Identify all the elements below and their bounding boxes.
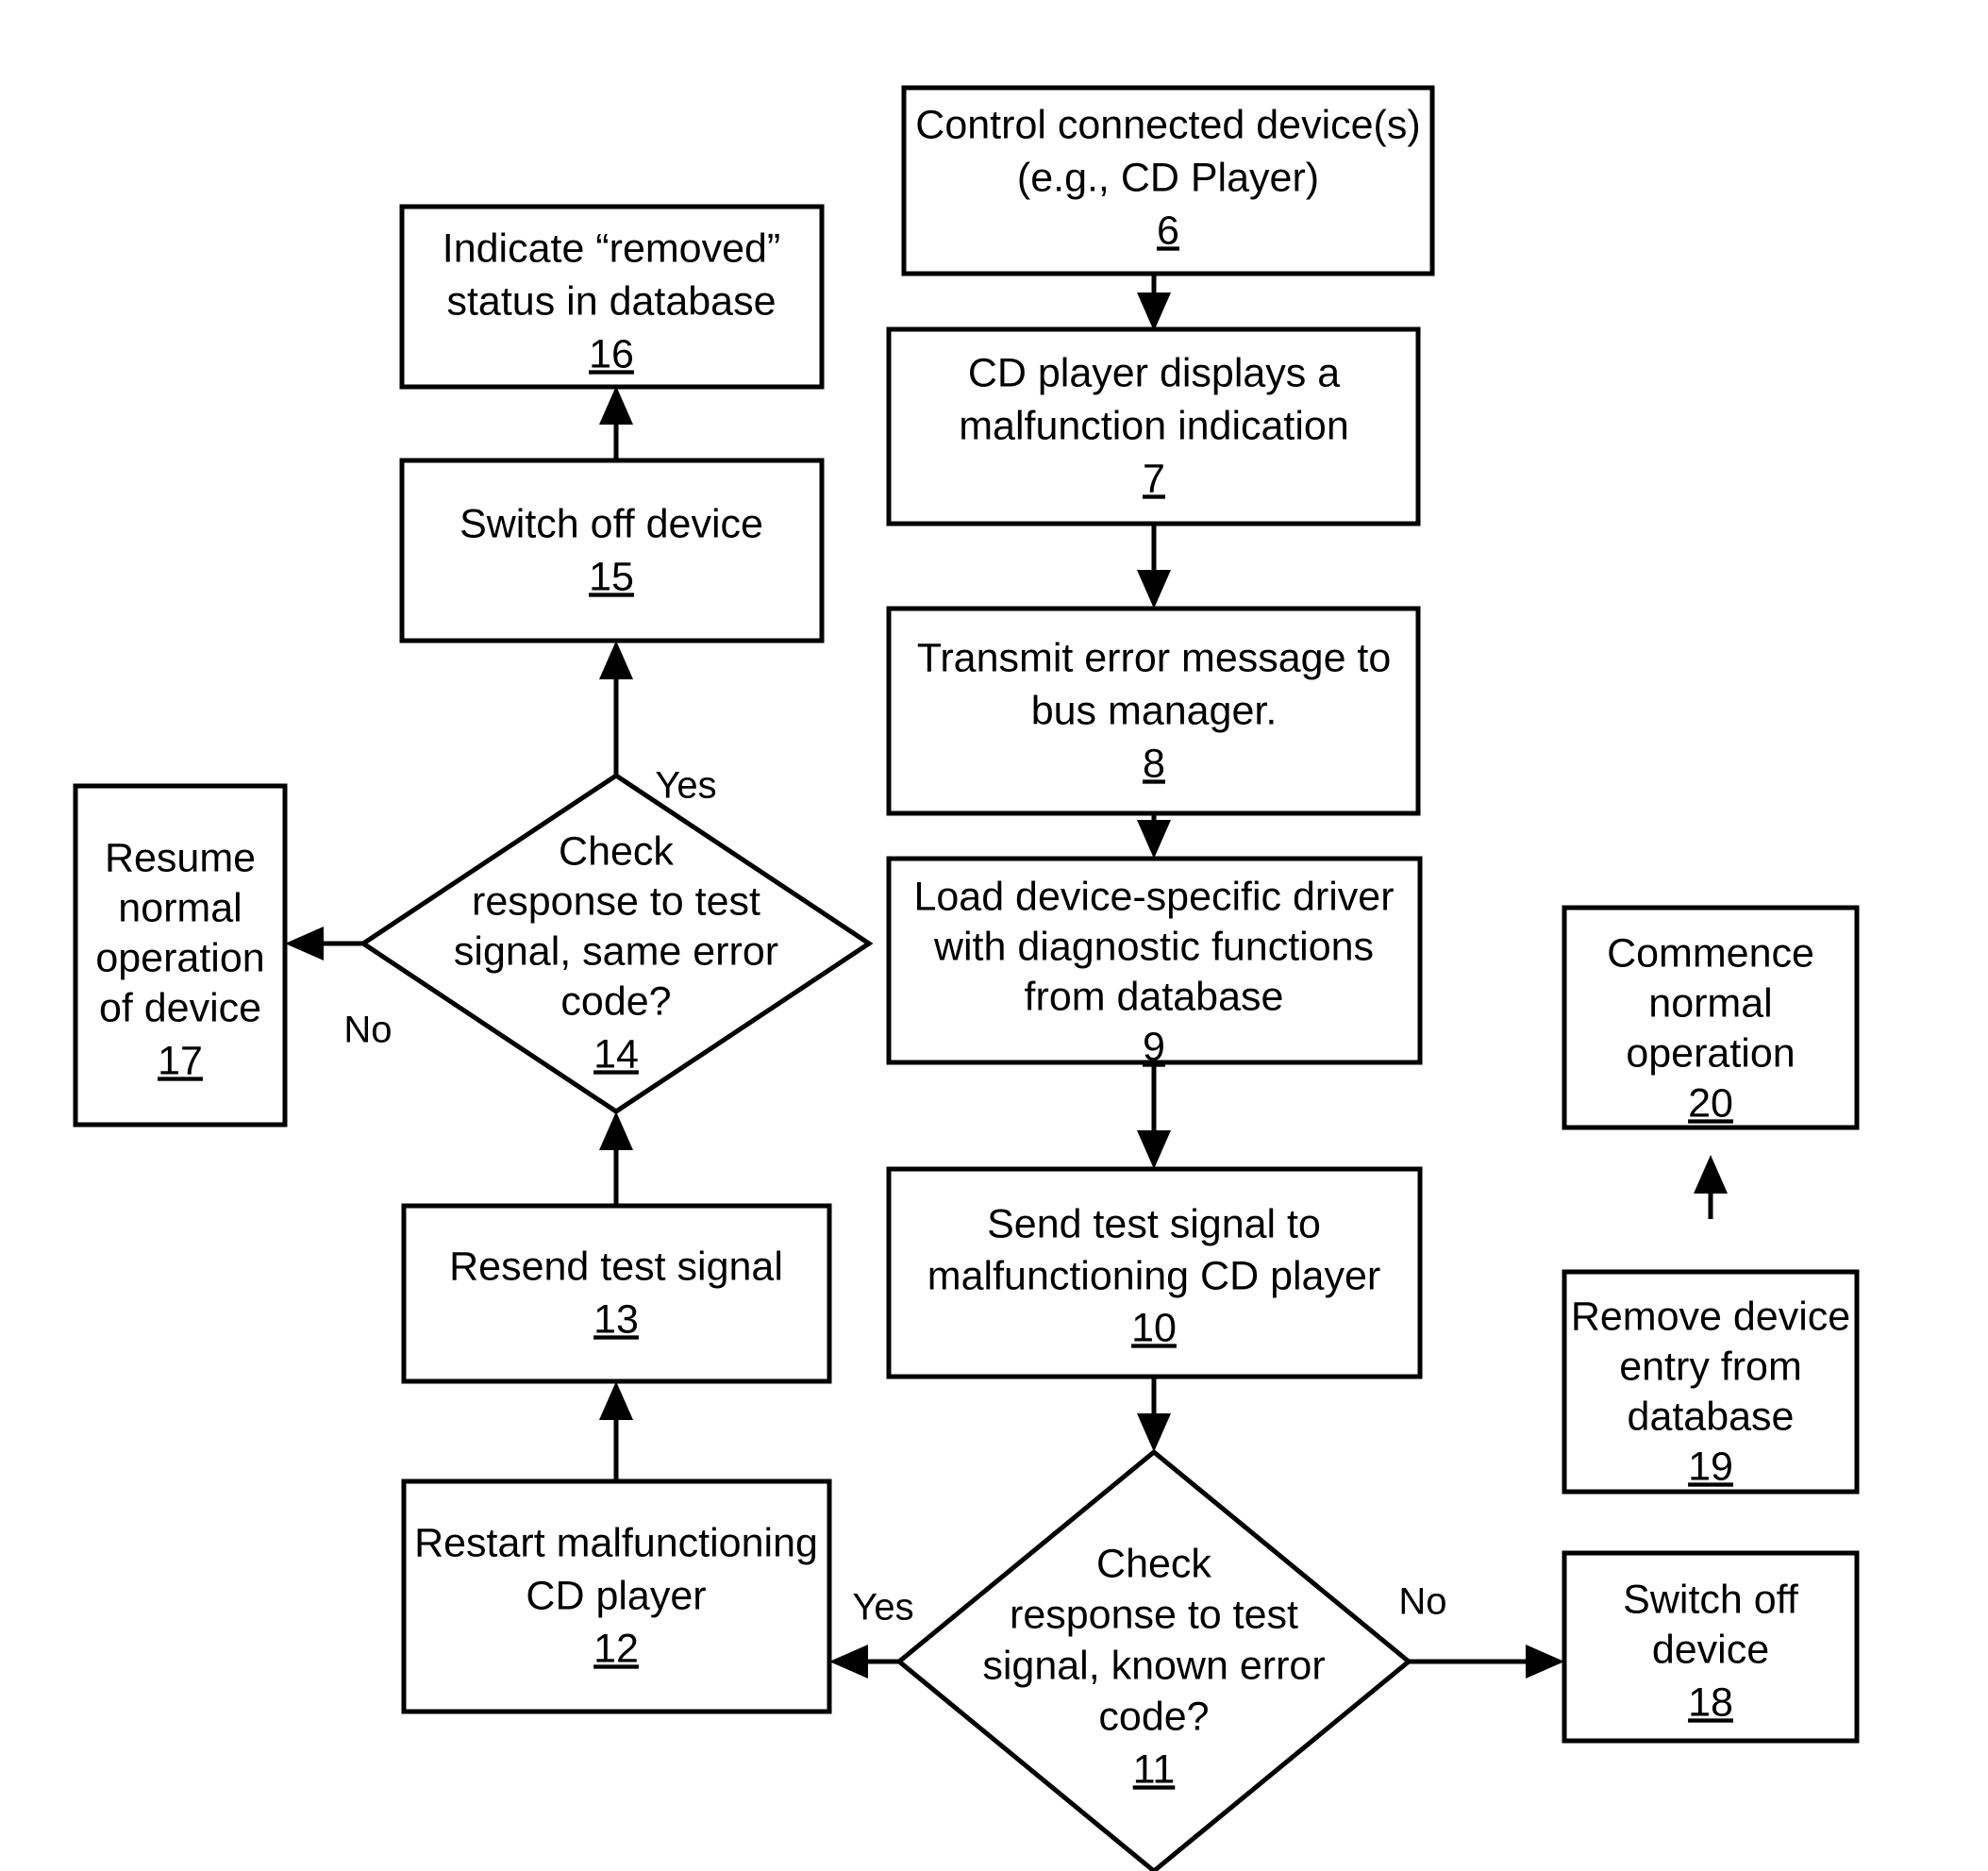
connector-14-yes-to-15 xyxy=(599,641,633,776)
node-11-line-1: Check xyxy=(1096,1541,1211,1586)
node-12-ref: 12 xyxy=(593,1626,639,1671)
node-15-ref: 15 xyxy=(589,554,634,599)
node-14-line-1: Check xyxy=(559,828,674,874)
node-17-ref: 17 xyxy=(158,1038,203,1083)
connector-18-to-19 xyxy=(1694,1155,1728,1219)
node-16-line-1: Indicate “removed” xyxy=(443,226,781,271)
node-9-line-3: from database xyxy=(1025,974,1284,1019)
node-18-line-2: device xyxy=(1652,1627,1769,1672)
node-18-ref: 18 xyxy=(1688,1679,1733,1725)
connector-10-to-11 xyxy=(1137,1377,1171,1452)
node-9-line-2: with diagnostic functions xyxy=(933,924,1374,969)
connector-11-yes-to-12 xyxy=(829,1645,899,1679)
connector-13-to-14 xyxy=(599,1111,633,1206)
connector-9-to-10 xyxy=(1137,1062,1171,1169)
node-10-send-test-signal[interactable]: Send test signal to malfunctioning CD pl… xyxy=(886,1166,1423,1379)
connector-15-to-16 xyxy=(599,386,633,460)
node-7-line-2: malfunction indication xyxy=(959,403,1349,448)
connector-11-no-to-18 xyxy=(1409,1645,1564,1679)
node-10-ref: 10 xyxy=(1131,1305,1177,1350)
edge-label-14-no: No xyxy=(343,1010,392,1051)
edge-label-11-no: No xyxy=(1398,1581,1446,1623)
node-20-line-2: normal xyxy=(1648,980,1772,1026)
node-17-line-4: of device xyxy=(99,985,261,1030)
node-20-ref: 20 xyxy=(1688,1080,1733,1126)
node-9-line-1: Load device-specific driver xyxy=(913,874,1394,919)
node-20-commence-normal-operation[interactable]: Commence normal operation 20 xyxy=(1562,905,1860,1130)
node-15-line-1: Switch off device xyxy=(459,501,763,546)
node-11-ref: 11 xyxy=(1133,1746,1176,1792)
node-8-transmit-error-message[interactable]: Transmit error message to bus manager. 8 xyxy=(886,606,1421,816)
node-7-ref: 7 xyxy=(1143,456,1165,501)
node-18-line-1: Switch off xyxy=(1623,1577,1799,1622)
node-11-line-2: response to test xyxy=(1010,1592,1298,1637)
connector-7-to-8 xyxy=(1137,524,1171,609)
node-8-line-1: Transmit error message to xyxy=(917,635,1392,680)
connector-12-to-13 xyxy=(599,1381,633,1481)
node-6-line-2: (e.g., CD Player) xyxy=(1017,155,1319,200)
node-11-line-4: code? xyxy=(1098,1694,1209,1739)
node-19-line-3: database xyxy=(1628,1394,1795,1439)
node-10-line-1: Send test signal to xyxy=(987,1201,1321,1246)
node-12-restart-malfunctioning-cd-player[interactable]: Restart malfunctioning CD player 12 xyxy=(401,1478,832,1714)
node-19-line-2: entry from xyxy=(1619,1344,1802,1389)
node-20-line-1: Commence xyxy=(1607,930,1814,976)
flowchart-svg: Control connected device(s) (e.g., CD Pl… xyxy=(73,85,1860,1871)
node-13-resend-test-signal[interactable]: Resend test signal 13 xyxy=(401,1203,832,1384)
node-12-line-1: Restart malfunctioning xyxy=(414,1520,818,1565)
node-14-line-4: code? xyxy=(560,978,671,1024)
node-10-line-2: malfunctioning CD player xyxy=(927,1253,1380,1298)
edge-label-11-yes: Yes xyxy=(852,1587,913,1629)
node-8-line-2: bus manager. xyxy=(1031,688,1278,733)
node-17-resume-normal-operation[interactable]: Resume normal operation of device 17 xyxy=(73,783,288,1128)
node-15-switch-off-device[interactable]: Switch off device 15 xyxy=(399,458,825,643)
node-13-line-1: Resend test signal xyxy=(449,1244,783,1289)
edge-label-14-yes: Yes xyxy=(655,765,716,807)
node-14-check-response-same-error-code[interactable]: Check response to test signal, same erro… xyxy=(359,772,874,1115)
connector-6-to-7 xyxy=(1137,274,1171,331)
node-19-remove-device-entry[interactable]: Remove device entry from database 19 xyxy=(1562,1269,1860,1495)
node-9-ref: 9 xyxy=(1143,1024,1165,1069)
node-17-line-3: operation xyxy=(95,935,264,980)
node-7-line-1: CD player displays a xyxy=(968,350,1340,395)
node-7-cd-player-displays-malfunction[interactable]: CD player displays a malfunction indicat… xyxy=(886,326,1421,526)
node-16-line-2: status in database xyxy=(446,278,776,324)
node-20-line-3: operation xyxy=(1626,1030,1795,1076)
node-12-line-2: CD player xyxy=(526,1573,706,1618)
node-16-indicate-removed-status[interactable]: Indicate “removed” status in database 16 xyxy=(399,204,825,390)
node-14-line-3: signal, same error xyxy=(454,928,778,974)
node-6-line-1: Control connected device(s) xyxy=(915,102,1420,147)
flowchart-canvas: Control connected device(s) (e.g., CD Pl… xyxy=(0,0,1988,1871)
node-18-switch-off-device-right[interactable]: Switch off device 18 xyxy=(1562,1550,1860,1744)
node-13-ref: 13 xyxy=(593,1296,639,1342)
node-9-load-device-specific-driver[interactable]: Load device-specific driver with diagnos… xyxy=(886,856,1423,1069)
node-14-line-2: response to test xyxy=(472,878,760,924)
node-19-ref: 19 xyxy=(1688,1444,1733,1489)
node-17-line-2: normal xyxy=(118,885,242,930)
node-11-line-3: signal, known error xyxy=(982,1643,1325,1688)
connector-8-to-9 xyxy=(1137,813,1171,859)
node-14-ref: 14 xyxy=(593,1031,639,1077)
node-8-ref: 8 xyxy=(1143,741,1165,786)
connector-14-no-to-17 xyxy=(285,927,363,961)
node-17-line-1: Resume xyxy=(105,835,256,880)
node-6-control-connected-devices[interactable]: Control connected device(s) (e.g., CD Pl… xyxy=(901,85,1435,276)
node-16-ref: 16 xyxy=(589,331,634,376)
node-11-check-response-known-error-code[interactable]: Check response to test signal, known err… xyxy=(895,1448,1412,1871)
node-19-line-1: Remove device xyxy=(1571,1294,1850,1339)
node-6-ref: 6 xyxy=(1157,208,1179,253)
